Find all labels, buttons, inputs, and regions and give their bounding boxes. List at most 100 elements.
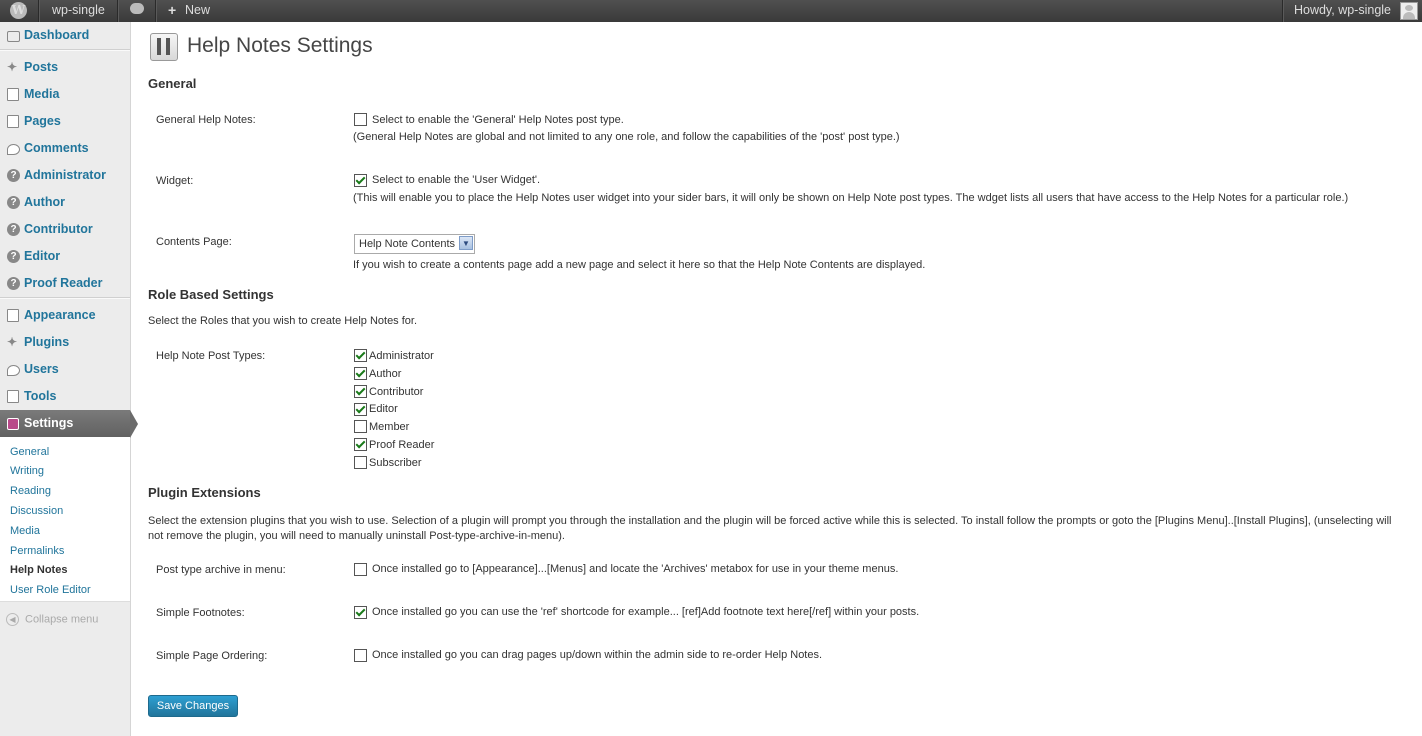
help-icon: ? (7, 196, 20, 209)
menu-item-label: Dashboard (24, 28, 90, 42)
extensions-intro: Select the extension plugins that you wi… (148, 515, 1392, 542)
submenu-item-general[interactable]: General (10, 446, 49, 458)
menu-item-media[interactable]: Media (0, 81, 130, 108)
plug-icon: ✦ (7, 335, 18, 349)
site-name-link[interactable]: wp-single (52, 0, 105, 22)
menu-separator (0, 297, 130, 299)
menu-item-label: Editor (24, 249, 61, 263)
menu-item-label: Author (24, 195, 65, 209)
help-note-post-types-label: Help Note Post Types: (156, 350, 266, 362)
help-icon: ? (7, 223, 20, 236)
menu-item-settings[interactable]: Settings (0, 410, 138, 438)
menu-item-editor[interactable]: ? Editor (0, 243, 130, 270)
comments-icon[interactable] (130, 3, 144, 14)
extension-label-post-type-archive: Post type archive in menu: (156, 564, 286, 576)
menu-item-users[interactable]: Users (0, 356, 130, 383)
chevron-down-icon[interactable]: ▼ (459, 236, 473, 250)
plus-icon: + (168, 2, 177, 18)
menu-item-pages[interactable]: Pages (0, 108, 130, 135)
admin-bar-divider (117, 0, 119, 22)
role-label-administrator: Administrator (369, 350, 434, 362)
submenu-item-help-notes[interactable]: Help Notes (10, 564, 67, 576)
general-help-notes-text: Select to enable the 'General' Help Note… (372, 114, 624, 126)
role-checkbox-proof-reader[interactable] (354, 438, 367, 451)
menu-item-proof-reader[interactable]: ? Proof Reader (0, 270, 130, 297)
help-icon: ? (7, 250, 20, 263)
menu-item-author[interactable]: ? Author (0, 189, 130, 216)
collapse-menu-button[interactable]: ◀ Collapse menu (6, 613, 98, 626)
submenu-item-discussion[interactable]: Discussion (10, 505, 63, 517)
avatar-icon[interactable] (1400, 2, 1418, 20)
howdy-account-link[interactable]: Howdy, wp-single (1294, 0, 1391, 22)
comment-bubble-icon (7, 144, 20, 155)
new-content-link[interactable]: New (185, 0, 210, 22)
help-icon: ? (7, 277, 20, 290)
settings-icon (7, 418, 19, 430)
pages-icon (7, 115, 19, 128)
role-checkbox-subscriber[interactable] (354, 456, 367, 469)
extension-checkbox-simple-page-ordering[interactable] (354, 649, 367, 662)
extension-text-simple-footnotes: Once installed go you can use the 'ref' … (372, 606, 920, 618)
extension-text-simple-page-ordering: Once installed go you can drag pages up/… (372, 649, 823, 661)
menu-separator (0, 49, 130, 51)
admin-bar: W wp-single + New Howdy, wp-single (0, 0, 1422, 22)
submenu-item-permalinks[interactable]: Permalinks (10, 545, 64, 557)
menu-item-comments[interactable]: Comments (0, 135, 130, 162)
role-label-proof-reader: Proof Reader (369, 439, 435, 451)
role-checkbox-administrator[interactable] (354, 349, 367, 362)
admin-bar-divider (1282, 0, 1284, 22)
menu-item-label: Plugins (24, 335, 70, 349)
main-content: Help Notes Settings General General Help… (131, 22, 1422, 736)
menu-item-tools[interactable]: Tools (0, 383, 130, 410)
admin-bar-divider (155, 0, 157, 22)
role-checkbox-author[interactable] (354, 367, 367, 380)
role-label-subscriber: Subscriber (369, 457, 422, 469)
users-icon (7, 365, 20, 376)
collapse-menu-label: Collapse menu (25, 613, 99, 626)
menu-item-label: Appearance (24, 308, 96, 322)
general-help-notes-checkbox[interactable] (354, 113, 367, 126)
menu-item-dashboard[interactable]: Dashboard (0, 22, 130, 49)
tools-icon (7, 390, 19, 403)
extension-label-simple-page-ordering: Simple Page Ordering: (156, 650, 268, 662)
menu-item-label: Posts (24, 60, 59, 74)
contents-page-select[interactable]: Help Note Contents ▼ (354, 234, 475, 254)
submenu-item-reading[interactable]: Reading (10, 485, 51, 497)
menu-item-label: Contributor (24, 222, 93, 236)
general-help-notes-label: General Help Notes: (156, 114, 256, 126)
dashboard-icon (7, 31, 20, 42)
role-checkbox-editor[interactable] (354, 403, 367, 416)
wordpress-logo-icon[interactable]: W (10, 2, 27, 19)
widget-text: Select to enable the 'User Widget'. (372, 174, 541, 186)
user-widget-checkbox[interactable] (354, 174, 367, 187)
submenu-item-user-role-editor[interactable]: User Role Editor (10, 584, 91, 596)
appearance-icon (7, 309, 19, 322)
extension-checkbox-simple-footnotes[interactable] (354, 606, 367, 619)
roles-intro: Select the Roles that you wish to create… (148, 315, 418, 327)
settings-page-icon (150, 33, 178, 61)
menu-item-administrator[interactable]: ? Administrator (0, 162, 130, 189)
contents-page-selected-value: Help Note Contents (359, 238, 455, 250)
admin-sidebar: Dashboard ✦ Posts Media Pages Comments ?… (0, 22, 138, 736)
submenu-item-media[interactable]: Media (10, 525, 40, 537)
menu-item-label: Comments (24, 141, 89, 155)
section-heading-extensions: Plugin Extensions (148, 485, 261, 500)
extension-label-simple-footnotes: Simple Footnotes: (156, 607, 245, 619)
role-checkbox-member[interactable] (354, 420, 367, 433)
submenu-item-writing[interactable]: Writing (10, 465, 44, 477)
contents-page-description: If you wish to create a contents page ad… (353, 259, 926, 271)
save-changes-button[interactable]: Save Changes (148, 695, 238, 717)
menu-item-label: Pages (24, 114, 61, 128)
menu-item-plugins[interactable]: ✦ Plugins (0, 329, 130, 356)
page-title: Help Notes Settings (187, 34, 373, 57)
role-checkbox-contributor[interactable] (354, 385, 367, 398)
menu-item-posts[interactable]: ✦ Posts (0, 54, 130, 81)
extension-text-post-type-archive: Once installed go to [Appearance]...[Men… (372, 563, 899, 575)
general-help-notes-description: (General Help Notes are global and not l… (353, 131, 900, 143)
menu-item-label: Settings (24, 416, 74, 430)
menu-item-appearance[interactable]: Appearance (0, 302, 130, 329)
extension-checkbox-post-type-archive[interactable] (354, 563, 367, 576)
menu-item-label: Tools (24, 389, 57, 403)
widget-description: (This will enable you to place the Help … (353, 192, 1349, 204)
menu-item-contributor[interactable]: ? Contributor (0, 216, 130, 243)
